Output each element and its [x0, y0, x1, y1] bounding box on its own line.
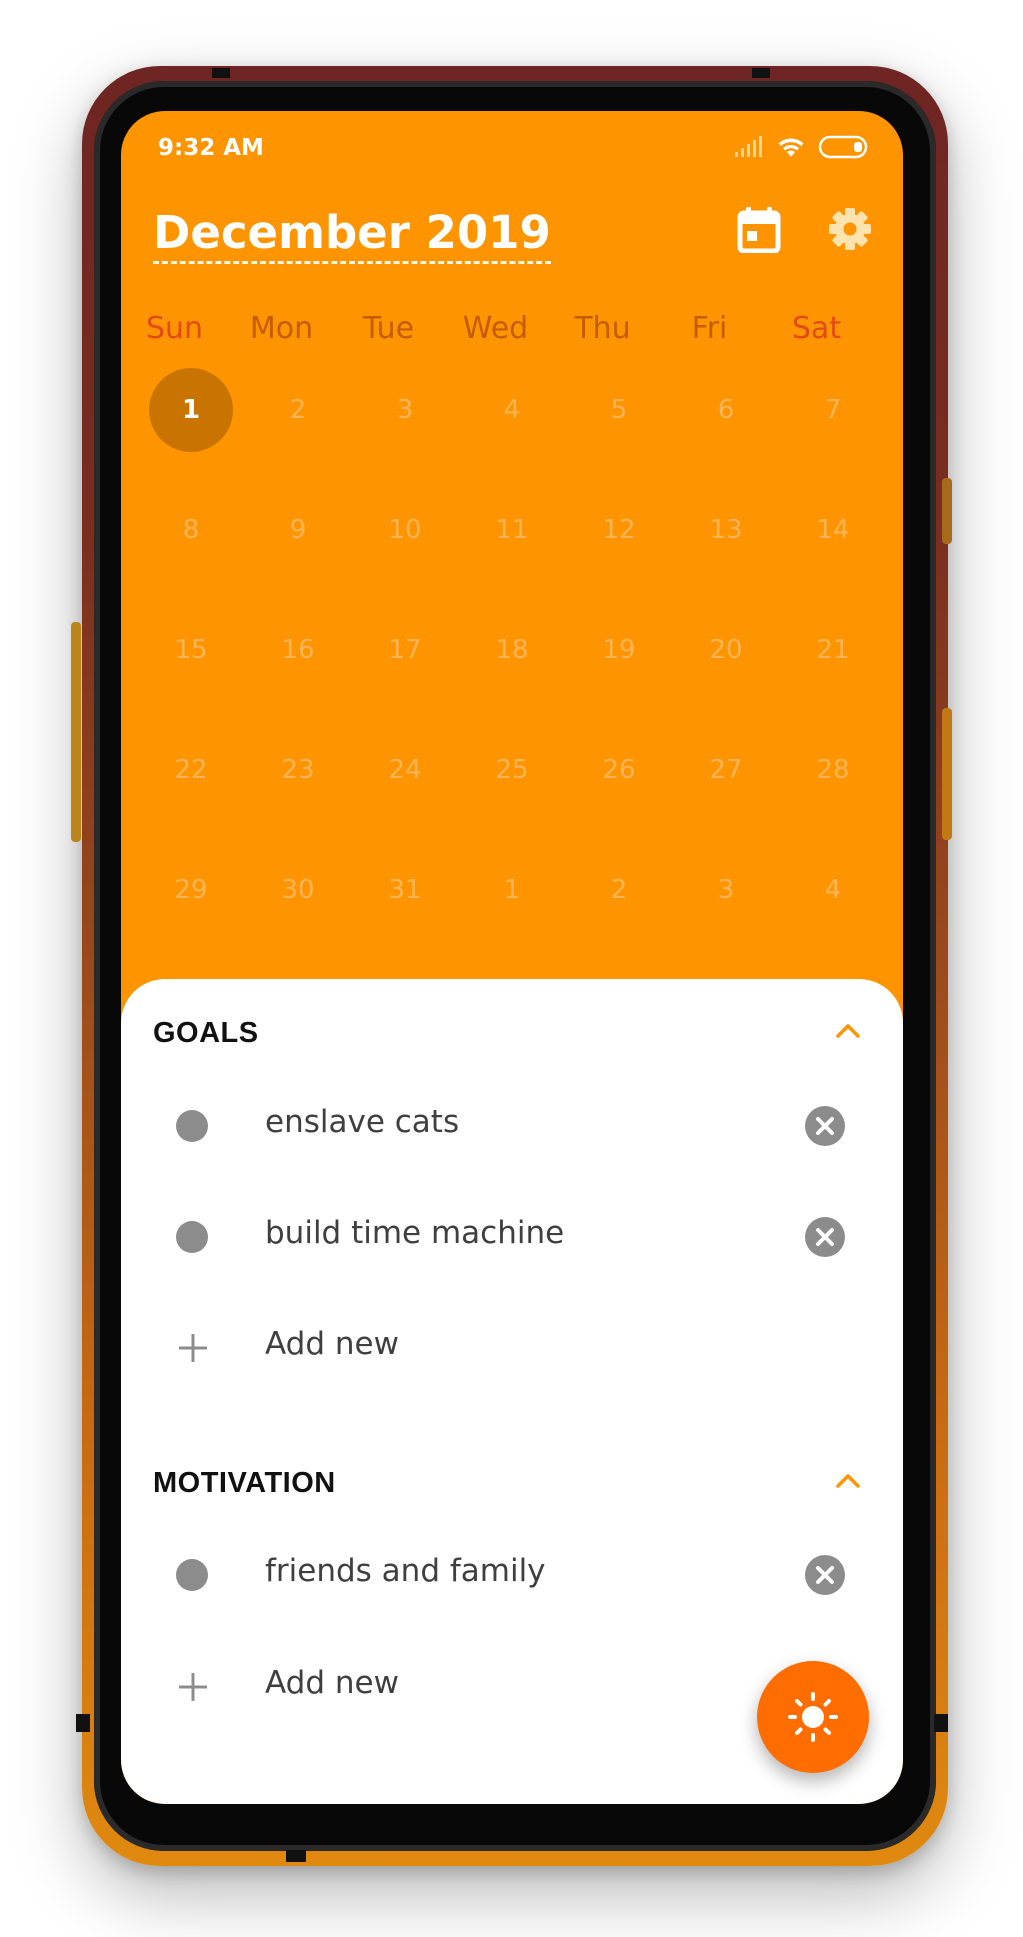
calendar-day[interactable]: 30	[256, 848, 340, 932]
frame-mark	[286, 1850, 306, 1862]
calendar-day[interactable]: 19	[577, 608, 661, 692]
calendar-day[interactable]: 4	[791, 848, 875, 932]
calendar-day[interactable]: 12	[577, 488, 661, 572]
calendar-day[interactable]: 15	[149, 608, 233, 692]
calendar-day[interactable]: 27	[684, 728, 768, 812]
calendar-day[interactable]: 11	[470, 488, 554, 572]
add-new-label: Add new	[265, 1326, 399, 1362]
side-button-right-top	[942, 478, 952, 544]
calendar-day[interactable]: 9	[256, 488, 340, 572]
bullet-icon	[176, 1559, 208, 1591]
calendar-day[interactable]: 17	[363, 608, 447, 692]
remove-icon[interactable]	[805, 1106, 845, 1146]
weekday-sat: Sat	[791, 311, 842, 346]
frame-mark	[212, 68, 230, 78]
weekday-sun: Sun	[145, 311, 204, 346]
month-title[interactable]: December 2019	[153, 207, 551, 264]
calendar-day[interactable]: 28	[791, 728, 875, 812]
calendar-day[interactable]: 31	[363, 848, 447, 932]
weekday-thu: Thu	[574, 311, 631, 346]
side-button-right	[942, 708, 952, 840]
calendar-day[interactable]: 1	[470, 848, 554, 932]
calendar-day[interactable]: 3	[684, 848, 768, 932]
weekday-tue: Tue	[362, 311, 415, 346]
weekday-row: Sun Mon Tue Wed Thu Fri Sat	[121, 311, 903, 351]
sun-icon	[788, 1692, 838, 1742]
calendar-day[interactable]: 24	[363, 728, 447, 812]
frame-mark	[76, 1714, 90, 1732]
calendar-day[interactable]: 26	[577, 728, 661, 812]
calendar-day[interactable]: 6	[684, 368, 768, 452]
calendar-day[interactable]: 22	[149, 728, 233, 812]
bullet-icon	[176, 1221, 208, 1253]
goal-item[interactable]: enslave cats	[121, 1086, 903, 1166]
calendar-day[interactable]: 16	[256, 608, 340, 692]
chevron-up-icon[interactable]	[835, 1471, 861, 1493]
calendar-day[interactable]: 20	[684, 608, 768, 692]
add-goal-row[interactable]: Add new	[121, 1308, 903, 1388]
calendar-day[interactable]: 3	[363, 368, 447, 452]
side-button-left	[71, 622, 81, 842]
plus-icon	[177, 1330, 209, 1370]
calendar-day[interactable]: 10	[363, 488, 447, 572]
calendar-day[interactable]: 2	[577, 848, 661, 932]
battery-icon	[818, 135, 868, 159]
signal-icon	[735, 136, 762, 157]
bullet-icon	[176, 1110, 208, 1142]
plus-icon	[177, 1669, 209, 1709]
calendar-day[interactable]: 14	[791, 488, 875, 572]
calendar-day[interactable]: 4	[470, 368, 554, 452]
calendar-day[interactable]: 8	[149, 488, 233, 572]
goal-item-text: enslave cats	[265, 1104, 460, 1140]
add-new-label: Add new	[265, 1665, 399, 1701]
section-title-motivation: MOTIVATION	[153, 1467, 336, 1499]
calendar-day[interactable]: 5	[577, 368, 661, 452]
status-time: 9:32 AM	[158, 135, 264, 161]
status-icons	[735, 133, 871, 163]
calendar-icon[interactable]	[737, 207, 781, 257]
gear-icon[interactable]	[828, 207, 872, 255]
goal-item-text: build time machine	[265, 1215, 565, 1251]
calendar-day[interactable]: 13	[684, 488, 768, 572]
weekday-wed: Wed	[462, 311, 529, 346]
calendar-day[interactable]: 25	[470, 728, 554, 812]
frame-mark	[934, 1714, 948, 1732]
calendar-day[interactable]: 23	[256, 728, 340, 812]
remove-icon[interactable]	[805, 1555, 845, 1595]
calendar-day[interactable]: 18	[470, 608, 554, 692]
calendar-day[interactable]: 21	[791, 608, 875, 692]
app-screen: 9:32 AM December 2019 Sun Mon Tue Wed Th…	[121, 111, 903, 1804]
frame-mark	[752, 68, 770, 78]
remove-icon[interactable]	[805, 1217, 845, 1257]
calendar-day[interactable]: 7	[791, 368, 875, 452]
calendar-day-selected[interactable]: 1	[149, 368, 233, 452]
calendar-day[interactable]: 29	[149, 848, 233, 932]
weekday-fri: Fri	[691, 311, 728, 346]
motivation-item[interactable]: friends and family	[121, 1535, 903, 1615]
section-title-goals: GOALS	[153, 1017, 259, 1049]
calendar-day[interactable]: 2	[256, 368, 340, 452]
wifi-icon	[778, 138, 804, 157]
weekday-mon: Mon	[249, 311, 314, 346]
goal-item[interactable]: build time machine	[121, 1197, 903, 1277]
chevron-up-icon[interactable]	[835, 1021, 861, 1043]
motivation-item-text: friends and family	[265, 1553, 546, 1589]
theme-toggle-button[interactable]	[757, 1661, 869, 1773]
